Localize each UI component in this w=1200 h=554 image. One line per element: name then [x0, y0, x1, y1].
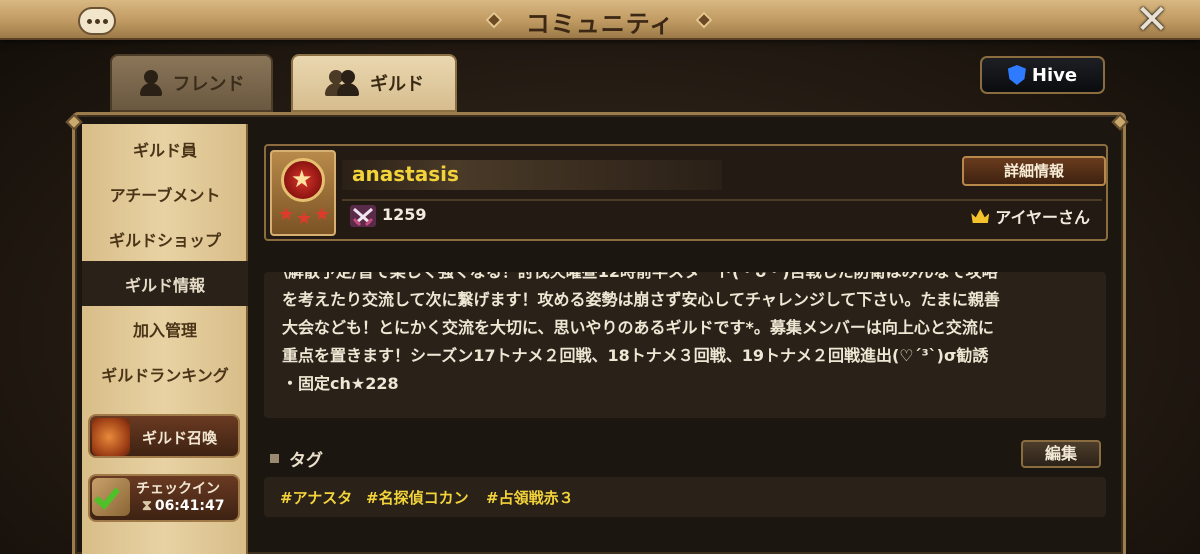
- crown-icon: [971, 209, 990, 223]
- guild-emblem: ★ ★ ★ ★: [270, 150, 336, 236]
- page-title: コミュニティ: [525, 10, 675, 38]
- guild-description: \解散予定/皆で楽しく強くなる！討伐火曜昼12時前半スタート(・ᴗ・)苦戦した防…: [282, 272, 1092, 398]
- header-bar: コミュニティ ✕: [0, 0, 1200, 40]
- guild-icon: [324, 70, 360, 96]
- description-line: \解散予定/皆で楽しく強くなる！討伐火曜昼12時前半スタート(・ᴗ・)苦戦した防…: [282, 272, 1092, 286]
- friend-icon: [139, 70, 163, 96]
- description-line: を考えたり交流して次に繋げます！攻める姿勢は崩さず安心してチャレンジして下さい。…: [282, 290, 1000, 309]
- detail-info-button[interactable]: 詳細情報: [962, 156, 1106, 186]
- edit-tags-button[interactable]: 編集: [1021, 440, 1101, 468]
- close-icon[interactable]: ✕: [1132, 0, 1172, 40]
- sidebar-item-join-management[interactable]: 加入管理: [82, 306, 248, 351]
- checkin-button[interactable]: チェックイン ⧗ 06:41:47: [88, 474, 240, 522]
- tags-heading: タグ: [270, 446, 323, 471]
- checkin-label: チェックイン: [136, 481, 220, 497]
- tab-guild-label: ギルド: [370, 74, 424, 95]
- emblem-star-icon: ★: [296, 208, 313, 229]
- hive-button-label: Hive: [1031, 64, 1078, 86]
- sidebar-item-members[interactable]: ギルド員: [82, 126, 248, 171]
- guild-name: anastasis: [352, 162, 459, 186]
- hive-button[interactable]: Hive: [980, 56, 1105, 94]
- sidebar-item-achievements[interactable]: アチーブメント: [82, 171, 248, 216]
- sidebar-item-guild-info[interactable]: ギルド情報: [82, 261, 248, 306]
- tab-guild[interactable]: ギルド: [291, 54, 457, 112]
- hourglass-icon: ⧗: [142, 498, 152, 514]
- summon-icon: [92, 418, 130, 456]
- hive-shield-icon: [1007, 65, 1026, 85]
- emblem-star-icon: ★: [278, 204, 295, 225]
- description-line: 大会なども！とにかく交流を大切に、思いやりのあるギルドです*。募集メンバーは向上…: [282, 318, 994, 337]
- description-line: ・固定ch★228: [282, 374, 399, 393]
- tags-heading-label: タグ: [289, 451, 323, 471]
- sidebar-item-guild-shop[interactable]: ギルドショップ: [82, 216, 248, 261]
- guild-description-box[interactable]: \解散予定/皆で楽しく強くなる！討伐火曜昼12時前半スタート(・ᴗ・)苦戦した防…: [264, 272, 1106, 418]
- bullet-icon: [270, 454, 279, 463]
- tag-item[interactable]: #アナスタ: [280, 487, 352, 508]
- description-line: 重点を置きます！シーズン17トナメ２回戦、18トナメ３回戦、19トナメ２回戦進出…: [282, 346, 989, 365]
- divider: [342, 199, 1102, 201]
- sidebar-item-guild-ranking[interactable]: ギルドランキング: [82, 351, 248, 396]
- tab-friend[interactable]: フレンド: [110, 54, 273, 112]
- emblem-star-icon: ★: [314, 204, 331, 225]
- guild-leader-name: アイヤーさん: [995, 208, 1090, 227]
- emblem-star-icon: ★: [291, 165, 313, 193]
- checkin-timer-value: 06:41:47: [154, 498, 225, 514]
- emblem-medal-icon: ★: [281, 158, 325, 202]
- guild-leader: アイヤーさん: [971, 204, 1090, 228]
- guild-summon-button[interactable]: ギルド召喚: [88, 414, 240, 458]
- guild-points: 1259: [382, 205, 427, 224]
- guild-summon-label: ギルド召喚: [142, 429, 218, 447]
- tag-item[interactable]: #占領戦赤３: [486, 487, 574, 508]
- crossed-swords-icon: [350, 205, 376, 227]
- tag-item[interactable]: #名探偵コカン: [366, 487, 469, 508]
- tab-friend-label: フレンド: [172, 74, 245, 95]
- checkmark-icon: [93, 482, 121, 510]
- checkin-icon: [92, 478, 130, 516]
- checkin-timer: ⧗ 06:41:47: [142, 498, 224, 514]
